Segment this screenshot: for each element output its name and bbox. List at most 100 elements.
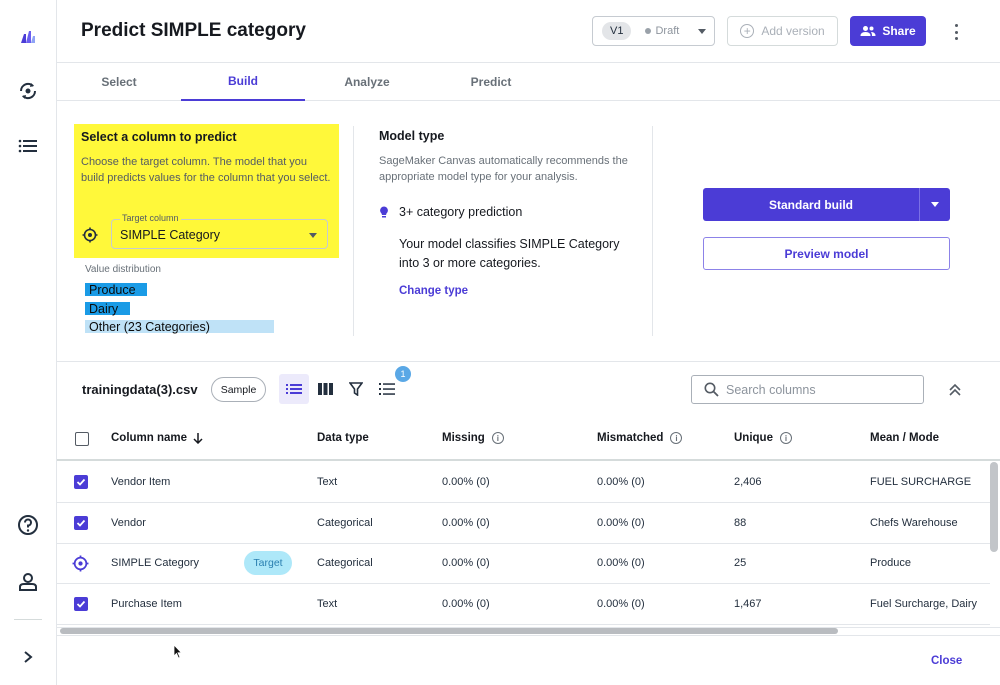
divider bbox=[57, 635, 1000, 636]
filter-icon[interactable] bbox=[341, 374, 371, 404]
page-title: Predict SIMPLE category bbox=[81, 20, 306, 41]
column-name-header[interactable]: Column name bbox=[111, 432, 203, 444]
missing-header[interactable]: Missing i bbox=[442, 432, 504, 444]
dataset-name: trainingdata(3).csv bbox=[82, 382, 198, 397]
distribution-label: Produce bbox=[89, 283, 136, 297]
model-category: 3+ category prediction bbox=[399, 205, 523, 219]
column-name-cell: Vendor bbox=[111, 516, 146, 529]
unique-header-label: Unique bbox=[734, 432, 773, 444]
mismatched-cell: 0.00% (0) bbox=[597, 476, 645, 488]
info-icon[interactable]: i bbox=[670, 432, 683, 444]
divider bbox=[652, 126, 653, 336]
unique-cell: 1,467 bbox=[734, 597, 762, 610]
version-status: Draft bbox=[645, 25, 679, 37]
preview-model-button[interactable]: Preview model bbox=[703, 237, 950, 270]
model-type-description: SageMaker Canvas automatically recommend… bbox=[379, 155, 628, 183]
close-button[interactable]: Close bbox=[931, 655, 962, 667]
missing-cell: 0.00% (0) bbox=[442, 516, 490, 529]
mean-mode-cell: FUEL SURCHARGE bbox=[870, 476, 972, 488]
missing-cell: 0.00% (0) bbox=[442, 597, 490, 610]
target-column-select[interactable]: Target column SIMPLE Category bbox=[111, 213, 328, 249]
row-checkbox[interactable] bbox=[74, 515, 88, 530]
target-description: Choose the target column. The model that… bbox=[81, 156, 331, 184]
target-badge: Target bbox=[244, 551, 292, 575]
target-heading: Select a column to predict bbox=[81, 130, 237, 144]
collapse-icon[interactable] bbox=[945, 380, 965, 400]
table-row[interactable]: Vendor Categorical 0.00% (0) 0.00% (0) 88 Che… bbox=[57, 503, 990, 544]
tab-build[interactable]: Build bbox=[181, 63, 305, 101]
mismatched-cell: 0.00% (0) bbox=[597, 516, 645, 529]
sort-down-arrow-icon bbox=[193, 432, 203, 444]
help-icon[interactable] bbox=[14, 511, 42, 539]
search-columns[interactable] bbox=[691, 375, 924, 404]
mismatched-cell: 0.00% (0) bbox=[597, 557, 645, 569]
info-icon[interactable]: i bbox=[491, 432, 504, 444]
tab-analyze[interactable]: Analyze bbox=[305, 63, 429, 101]
canvas-logo-icon[interactable] bbox=[14, 22, 42, 50]
target-icon bbox=[82, 227, 98, 248]
sample-chip[interactable]: Sample bbox=[211, 377, 266, 402]
search-input[interactable] bbox=[726, 381, 916, 399]
column-name-cell: SIMPLE Category bbox=[111, 557, 200, 569]
target-column-panel: Select a column to predict Choose the ta… bbox=[74, 124, 339, 258]
expand-chevron-icon[interactable] bbox=[14, 643, 42, 671]
share-label: Share bbox=[882, 24, 916, 38]
more-options-icon[interactable] bbox=[947, 21, 965, 43]
tab-predict[interactable]: Predict bbox=[429, 63, 553, 101]
column-name-header-label: Column name bbox=[111, 432, 188, 444]
unique-header[interactable]: Unique i bbox=[734, 432, 792, 444]
model-type-body: Your model classifies SIMPLE Category in… bbox=[399, 237, 620, 270]
rail-divider bbox=[14, 619, 42, 620]
target-icon bbox=[72, 555, 89, 577]
change-type-link[interactable]: Change type bbox=[399, 285, 468, 297]
mean-mode-header[interactable]: Mean / Mode bbox=[870, 432, 939, 444]
unique-cell: 88 bbox=[734, 516, 747, 529]
info-icon[interactable]: i bbox=[779, 432, 792, 444]
table-row[interactable]: Vendor Item Text 0.00% (0) 0.00% (0) 2,406 FU… bbox=[57, 462, 990, 503]
row-checkbox[interactable] bbox=[74, 596, 88, 611]
version-dropdown[interactable]: V1 Draft bbox=[592, 16, 715, 46]
mismatched-header-label: Mismatched bbox=[597, 432, 664, 444]
add-version-button[interactable]: + Add version bbox=[727, 16, 838, 46]
mismatched-header[interactable]: Mismatched i bbox=[597, 432, 683, 444]
select-all-checkbox[interactable] bbox=[75, 432, 89, 446]
mean-mode-cell: Fuel Surcharge, Dairy bbox=[870, 597, 977, 610]
column-name-cell: Purchase Item bbox=[111, 597, 182, 610]
filter-count-badge: 1 bbox=[395, 366, 411, 382]
ml-ops-icon[interactable] bbox=[14, 77, 42, 105]
lightbulb-icon bbox=[379, 205, 389, 223]
list-icon[interactable] bbox=[14, 132, 42, 160]
caret-down-icon bbox=[309, 233, 317, 238]
unique-cell: 25 bbox=[734, 557, 747, 569]
data-type-header[interactable]: Data type bbox=[317, 432, 369, 444]
model-type-heading: Model type bbox=[379, 129, 445, 143]
mouse-cursor-icon bbox=[173, 644, 183, 664]
user-icon[interactable] bbox=[14, 568, 42, 596]
list-view-icon[interactable] bbox=[279, 374, 309, 404]
mean-mode-cell: Chefs Warehouse bbox=[870, 516, 958, 529]
missing-cell: 0.00% (0) bbox=[442, 476, 490, 488]
missing-header-label: Missing bbox=[442, 432, 485, 444]
grid-view-icon[interactable] bbox=[310, 374, 340, 404]
table-row[interactable]: SIMPLE Category Target Categorical 0.00% (0… bbox=[57, 543, 990, 584]
tab-bar: Select Build Analyze Predict bbox=[57, 63, 1000, 101]
target-select-value: SIMPLE Category bbox=[120, 228, 221, 242]
data-type-cell: Categorical bbox=[317, 557, 373, 569]
vertical-scrollbar[interactable] bbox=[990, 462, 998, 552]
value-distribution-title: Value distribution bbox=[85, 264, 161, 275]
tab-select[interactable]: Select bbox=[57, 63, 181, 101]
missing-cell: 0.00% (0) bbox=[442, 557, 490, 569]
share-button[interactable]: Share bbox=[850, 16, 926, 46]
search-icon bbox=[704, 382, 719, 402]
data-type-cell: Text bbox=[317, 597, 338, 610]
caret-down-icon bbox=[698, 29, 706, 34]
add-version-label: Add version bbox=[761, 24, 825, 38]
table-row[interactable]: Purchase Item Text 0.00% (0) 0.00% (0) 1,467… bbox=[57, 584, 990, 625]
distribution-label: Dairy bbox=[89, 302, 119, 316]
version-pill: V1 bbox=[602, 22, 632, 40]
build-options-dropdown[interactable] bbox=[919, 188, 950, 221]
standard-build-button[interactable]: Standard build bbox=[703, 188, 919, 221]
row-checkbox[interactable] bbox=[74, 475, 88, 489]
caret-down-icon bbox=[931, 202, 939, 207]
horizontal-scrollbar[interactable] bbox=[60, 628, 838, 634]
